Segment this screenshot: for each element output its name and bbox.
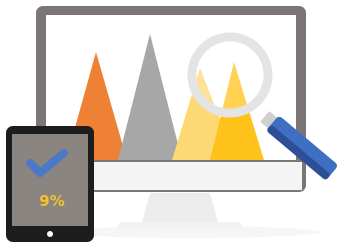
illustration: 9% [0,0,340,245]
tablet-screen [12,134,88,226]
tablet-home-button [47,231,53,237]
tablet-percent-label: 9% [39,192,64,210]
analytics-illustration: 9% [6,6,337,242]
monitor-stand [116,193,244,229]
magnifier-lens [187,32,273,118]
tablet: 9% [6,126,94,242]
